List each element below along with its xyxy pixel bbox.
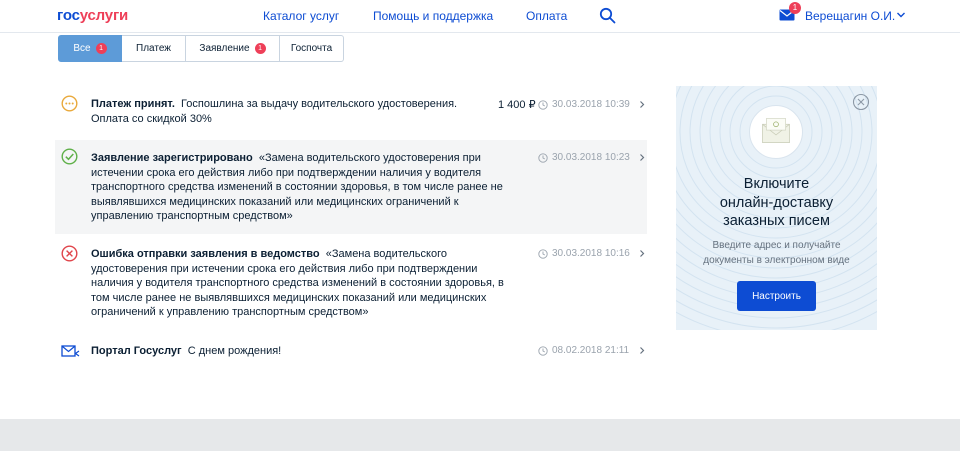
feed-item-date: 30.03.2018 10:23 — [552, 152, 630, 163]
feed-item-text: Ошибка отправки заявления в ведомство «З… — [91, 247, 531, 320]
feed-item-portal-message[interactable]: Портал Госуслуг С днем рождения! 08.02.2… — [55, 336, 647, 366]
feed-item-title: Портал Госуслуг — [91, 345, 182, 357]
feed-item-line: Оплата со скидкой 30% — [91, 112, 212, 125]
feed-item-line: ограничений к управлению транспортным ср… — [91, 306, 369, 318]
promo-title-line: онлайн-доставку — [719, 194, 834, 211]
tab-application[interactable]: Заявление 1 — [186, 35, 280, 62]
logo-part-gos: гос — [57, 7, 80, 24]
tab-application-badge: 1 — [254, 43, 266, 54]
chevron-right-icon — [640, 101, 645, 108]
feed-item-line: наличия у водителя транспортного средств… — [91, 277, 504, 289]
feed-filter-tabs: Все 1 Платеж Заявление 1 Госпочта — [58, 35, 344, 62]
pending-icon — [61, 95, 78, 112]
feed-item-title: Платеж принят. — [91, 98, 175, 110]
nav-help-link[interactable]: Помощь и поддержка — [373, 9, 493, 23]
clock-icon — [538, 153, 548, 163]
feed-item-date: 30.03.2018 10:16 — [552, 248, 630, 259]
chevron-right-icon — [640, 154, 645, 161]
tab-application-label: Заявление — [199, 43, 250, 54]
gosuslugi-logo[interactable]: госуслуги — [57, 7, 128, 24]
feed-item-application-registered[interactable]: Заявление зарегистрировано «Замена водит… — [55, 140, 647, 234]
tab-payment-label: Платеж — [136, 43, 171, 54]
feed-item-line: удостоверения при истечении срока его де… — [91, 262, 478, 275]
promo-description: Введите адрес и получайте документы в эл… — [676, 238, 877, 268]
feed-item-line: С днем рождения! — [187, 345, 282, 357]
close-icon[interactable] — [852, 93, 870, 111]
chevron-right-icon — [640, 347, 645, 354]
chevron-down-icon[interactable] — [896, 10, 906, 20]
tab-all-label: Все — [73, 43, 91, 54]
page-footer — [0, 419, 960, 451]
promo-title: Включите онлайн-доставку заказных писем — [676, 175, 877, 231]
configure-button[interactable]: Настроить — [737, 281, 816, 311]
promo-title-line: Включите — [743, 176, 810, 192]
logo-part-uslugi: услуги — [79, 7, 129, 24]
feed-item-line: управлению транспортным средством» — [91, 210, 293, 222]
feed-item-text: Портал Госуслуг С днем рождения! — [91, 344, 511, 359]
mail-notification-badge: 1 — [789, 2, 801, 14]
nav-payment-link[interactable]: Оплата — [526, 9, 567, 23]
nav-catalog-link[interactable]: Каталог услуг — [263, 9, 339, 23]
clock-icon — [538, 346, 548, 356]
payment-amount: 1 400 ₽ — [498, 99, 536, 111]
promo-title-line: заказных писем — [723, 213, 830, 229]
envelope-icon — [61, 345, 80, 357]
promo-text-line: Введите адрес и получайте — [712, 240, 841, 251]
feed-item-send-error[interactable]: Ошибка отправки заявления в ведомство «З… — [55, 237, 647, 327]
feed-item-text: Платеж принят. Госпошлина за выдачу води… — [91, 97, 511, 126]
error-icon — [61, 245, 78, 262]
clock-icon — [538, 249, 548, 259]
feed-item-line: Госпошлина за выдачу водительского удост… — [181, 98, 458, 110]
feed-item-line: «Замена водительского удостоверения при — [258, 152, 481, 164]
search-icon[interactable] — [599, 7, 616, 24]
tab-all-badge: 1 — [95, 43, 107, 54]
envelope-icon — [762, 118, 790, 143]
promo-text-line: документы в электронном виде — [703, 255, 850, 266]
tab-payment[interactable]: Платеж — [122, 35, 186, 62]
top-header: госуслуги Каталог услуг Помощь и поддерж… — [0, 0, 960, 33]
feed-item-payment[interactable]: Платеж принят. Госпошлина за выдачу води… — [55, 89, 647, 129]
feed-item-line: истечении срока его действия либо при по… — [91, 166, 482, 179]
user-menu-name[interactable]: Верещагин О.И. — [805, 9, 895, 23]
clock-icon — [538, 100, 548, 110]
feed-item-title: Ошибка отправки заявления в ведомство — [91, 248, 320, 260]
feed-item-date: 08.02.2018 21:11 — [552, 345, 630, 356]
feed-item-line: «Замена водительского — [325, 248, 447, 260]
registered-mail-icon — [749, 105, 803, 159]
chevron-right-icon — [640, 250, 645, 257]
feed-item-date: 30.03.2018 10:39 — [552, 99, 630, 110]
tab-all[interactable]: Все 1 — [58, 35, 122, 62]
feed-item-line: том числе ранее не выявлявшихся медицинс… — [91, 291, 487, 304]
feed-item-line: выявлявшихся медицинских показаний или м… — [91, 195, 459, 208]
feed-item-title: Заявление зарегистрировано — [91, 152, 253, 164]
feed-item-text: Заявление зарегистрировано «Замена водит… — [91, 151, 531, 224]
feed-item-line: транспортного средства изменений в состо… — [91, 181, 503, 193]
tab-gospochta-label: Госпочта — [290, 43, 333, 54]
tab-gospochta[interactable]: Госпочта — [280, 35, 344, 62]
check-icon — [61, 148, 78, 165]
